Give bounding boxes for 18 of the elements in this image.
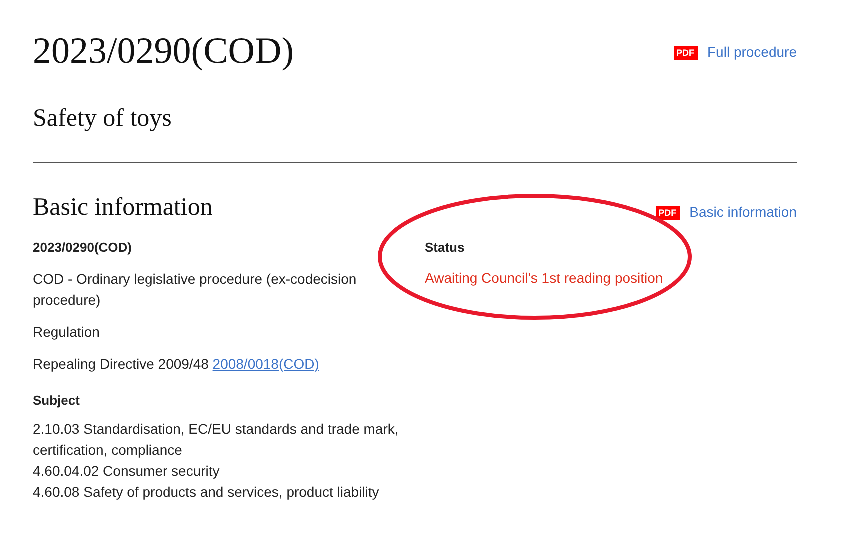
info-text: Repealing Directive 2009/48 2008/0018(COD) <box>33 355 320 374</box>
pdf-icon: PDF <box>674 46 698 60</box>
pdf-link[interactable]: PDF Basic information <box>656 202 797 223</box>
section-heading: Basic information <box>33 193 213 223</box>
subject-heading: Subject <box>33 392 81 410</box>
status-value: Awaiting Council's 1st reading position <box>425 269 664 288</box>
info-text: COD - Ordinary legislative procedure (ex-codecision procedure) <box>33 270 358 310</box>
status-heading: Status <box>425 239 466 257</box>
subject-item: 4.60.04.02 Consumer security <box>33 462 221 481</box>
pdf-icon: PDF <box>656 206 680 220</box>
reference-number: 2023/0290(COD) <box>33 239 133 257</box>
subject-item: 4.60.08 Safety of products and services, product liability <box>33 483 380 502</box>
procedure-subtitle: Safety of toys <box>33 104 173 134</box>
info-text: Regulation <box>33 323 101 342</box>
subject-item: 2.10.03 Standardisation, EC/EU standards and trade mark, certification, compliance <box>33 420 400 460</box>
pdf-link[interactable]: PDF Full procedure <box>674 42 797 63</box>
procedure-title: 2023/0290(COD) <box>33 30 294 74</box>
procedure-link[interactable]: 2008/0018(COD) <box>212 356 320 372</box>
